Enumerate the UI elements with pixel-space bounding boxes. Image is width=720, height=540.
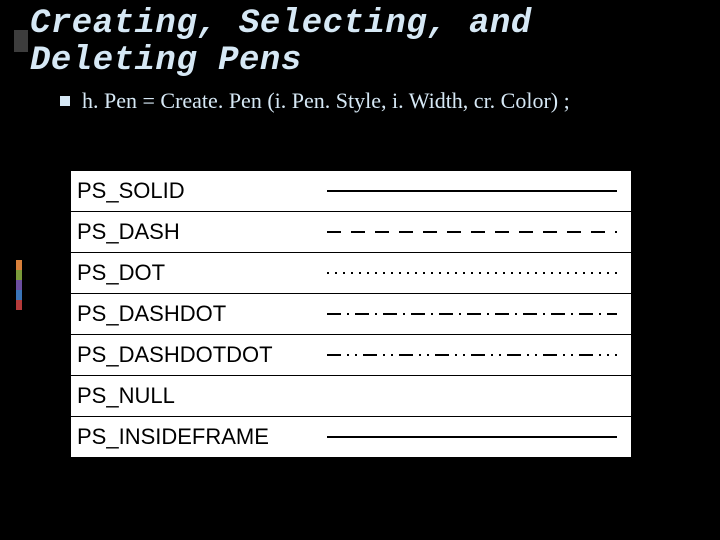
- pen-style-name: PS_SOLID: [71, 178, 327, 204]
- table-row: PS_INSIDEFRAME: [71, 417, 631, 457]
- pen-style-name: PS_INSIDEFRAME: [71, 424, 327, 450]
- table-row: PS_NULL: [71, 376, 631, 417]
- line-sample-icon: [327, 311, 617, 317]
- pen-style-sample: [327, 171, 631, 211]
- line-sample-icon: [327, 352, 617, 358]
- line-sample-icon: [327, 229, 617, 235]
- accent-seg-orange: [16, 260, 22, 270]
- line-sample-icon: [327, 434, 617, 440]
- code-text: h. Pen = Create. Pen (i. Pen. Style, i. …: [82, 88, 570, 113]
- accent-spacer: [16, 310, 22, 540]
- accent-seg-green: [16, 270, 22, 280]
- pen-style-table: PS_SOLID PS_DASH PS_DOT PS_DASHDOT PS_DASHDO…: [70, 170, 632, 458]
- pen-style-name: PS_DASH: [71, 219, 327, 245]
- line-sample-icon: [327, 270, 617, 276]
- table-row: PS_DASH: [71, 212, 631, 253]
- pen-style-sample: [327, 417, 631, 457]
- pen-style-sample: [327, 335, 631, 375]
- pen-style-sample: [327, 294, 631, 334]
- pen-style-sample: [327, 376, 631, 416]
- pen-style-name: PS_NULL: [71, 383, 327, 409]
- accent-spacer: [16, 0, 22, 260]
- slide: Creating, Selecting, and Deleting Pens h…: [0, 0, 720, 540]
- accent-seg-purple: [16, 280, 22, 290]
- pen-style-name: PS_DASHDOTDOT: [71, 342, 327, 368]
- accent-seg-red: [16, 300, 22, 310]
- pen-style-name: PS_DASHDOT: [71, 301, 327, 327]
- accent-seg-blue: [16, 290, 22, 300]
- slide-title: Creating, Selecting, and Deleting Pens: [30, 6, 700, 79]
- table-row: PS_DASHDOTDOT: [71, 335, 631, 376]
- pen-style-sample: [327, 212, 631, 252]
- bullet-marker-icon: [60, 96, 70, 106]
- accent-stripe: [16, 0, 22, 540]
- table-row: PS_SOLID: [71, 171, 631, 212]
- pen-style-name: PS_DOT: [71, 260, 327, 286]
- table-row: PS_DASHDOT: [71, 294, 631, 335]
- pen-style-sample: [327, 253, 631, 293]
- line-sample-icon: [327, 188, 617, 194]
- code-bullet-line: h. Pen = Create. Pen (i. Pen. Style, i. …: [60, 88, 700, 114]
- table-row: PS_DOT: [71, 253, 631, 294]
